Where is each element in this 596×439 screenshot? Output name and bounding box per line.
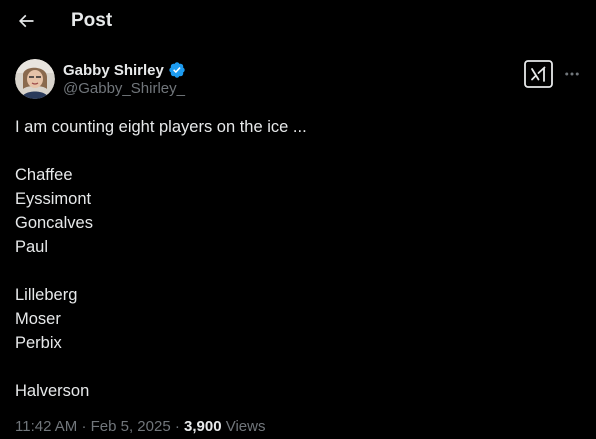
post-line — [15, 139, 575, 163]
arrow-left-icon — [18, 14, 34, 28]
post-line: Paul — [15, 238, 49, 256]
verified-badge-icon[interactable] — [168, 61, 186, 79]
back-button[interactable] — [13, 8, 39, 34]
post-line: I am counting eight players on the ice .… — [15, 118, 307, 136]
post-date[interactable]: Feb 5, 2025 — [91, 418, 171, 435]
author-name[interactable]: Gabby Shirley — [63, 62, 164, 79]
post-line — [15, 259, 575, 283]
post-line: Chaffee — [15, 166, 73, 184]
grok-icon — [524, 60, 553, 88]
top-bar: Post — [0, 0, 596, 42]
meta-separator: · — [174, 418, 180, 435]
post-line: Halverson — [15, 382, 90, 400]
post-line — [15, 355, 575, 379]
post-metadata: 11:42 AM · Feb 5, 2025 · 3,900 Views — [15, 418, 265, 436]
post-text: I am counting eight players on the ice .… — [15, 115, 575, 403]
author-name-row: Gabby Shirley — [63, 60, 186, 80]
post-line: Lilleberg — [15, 286, 78, 304]
post-line: Moser — [15, 310, 61, 328]
more-horizontal-icon — [565, 72, 579, 76]
page-title: Post — [71, 10, 113, 31]
post-line: Goncalves — [15, 214, 93, 232]
views-count: 3,900 — [184, 418, 222, 435]
post-line: Eyssimont — [15, 190, 92, 208]
views-label: Views — [225, 418, 266, 435]
author-handle[interactable]: @Gabby_Shirley_ — [63, 80, 185, 98]
profile-photo — [15, 59, 55, 99]
post-time[interactable]: 11:42 AM — [15, 418, 77, 435]
more-button[interactable] — [562, 64, 582, 84]
grok-button[interactable] — [524, 60, 553, 88]
avatar[interactable] — [15, 59, 55, 99]
meta-separator: · — [81, 418, 87, 435]
post-line: Perbix — [15, 334, 62, 352]
